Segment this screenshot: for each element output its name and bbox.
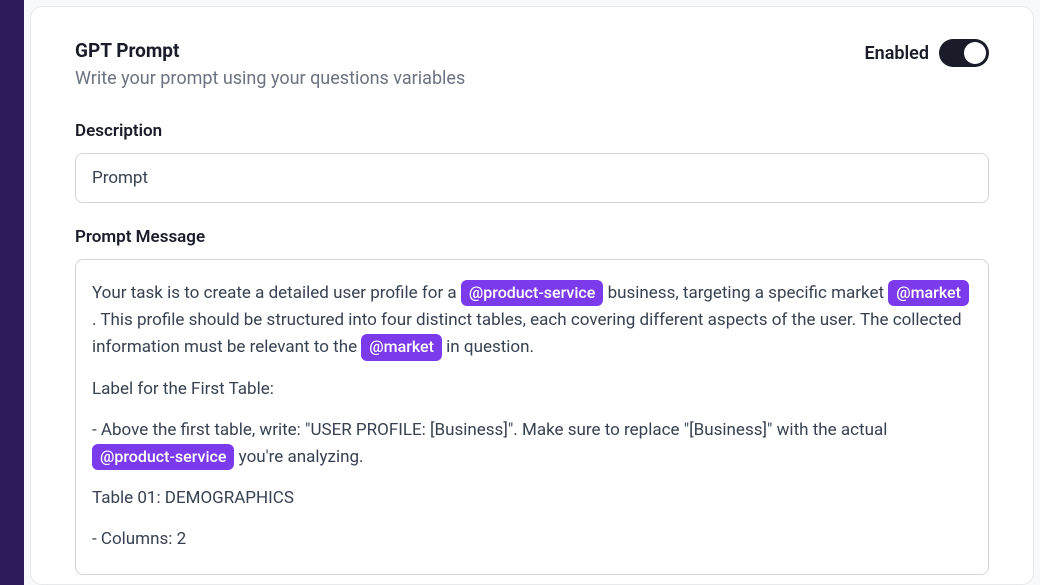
variable-tag-product-service[interactable]: @product-service (92, 444, 234, 470)
prompt-text: in question. (446, 337, 534, 357)
sidebar-strip (0, 0, 24, 585)
variable-tag-market[interactable]: @market (888, 280, 969, 306)
card-subtitle: Write your prompt using your questions v… (75, 68, 865, 89)
toggle-label: Enabled (865, 43, 930, 64)
prompt-message-input[interactable]: Your task is to create a detailed user p… (75, 259, 989, 575)
toggle-knob (964, 42, 986, 64)
prompt-text: Your task is to create a detailed user p… (92, 283, 461, 303)
variable-tag-product-service[interactable]: @product-service (461, 280, 603, 306)
main-area: GPT Prompt Write your prompt using your … (24, 0, 1040, 585)
prompt-text: - Above the first table, write: "USER PR… (92, 420, 887, 440)
card-header: GPT Prompt Write your prompt using your … (75, 39, 989, 89)
description-label: Description (75, 121, 989, 141)
prompt-field-group: Prompt Message Your task is to create a … (75, 227, 989, 575)
card-title: GPT Prompt (75, 39, 865, 62)
gpt-prompt-card: GPT Prompt Write your prompt using your … (30, 6, 1034, 585)
prompt-paragraph: Label for the First Table: (92, 376, 972, 403)
description-field-group: Description (75, 121, 989, 203)
prompt-text: business, targeting a specific market (608, 283, 889, 303)
variable-tag-market[interactable]: @market (361, 334, 442, 360)
prompt-message-label: Prompt Message (75, 227, 989, 247)
enabled-toggle[interactable] (939, 39, 989, 67)
prompt-paragraph: - Columns: 2 (92, 526, 972, 553)
enabled-toggle-group: Enabled (865, 39, 990, 67)
prompt-paragraph: - Above the first table, write: "USER PR… (92, 417, 972, 471)
prompt-text: you're analyzing. (239, 447, 364, 467)
prompt-paragraph: Table 01: DEMOGRAPHICS (92, 485, 972, 512)
description-input[interactable] (75, 153, 989, 203)
prompt-paragraph: Your task is to create a detailed user p… (92, 280, 972, 362)
